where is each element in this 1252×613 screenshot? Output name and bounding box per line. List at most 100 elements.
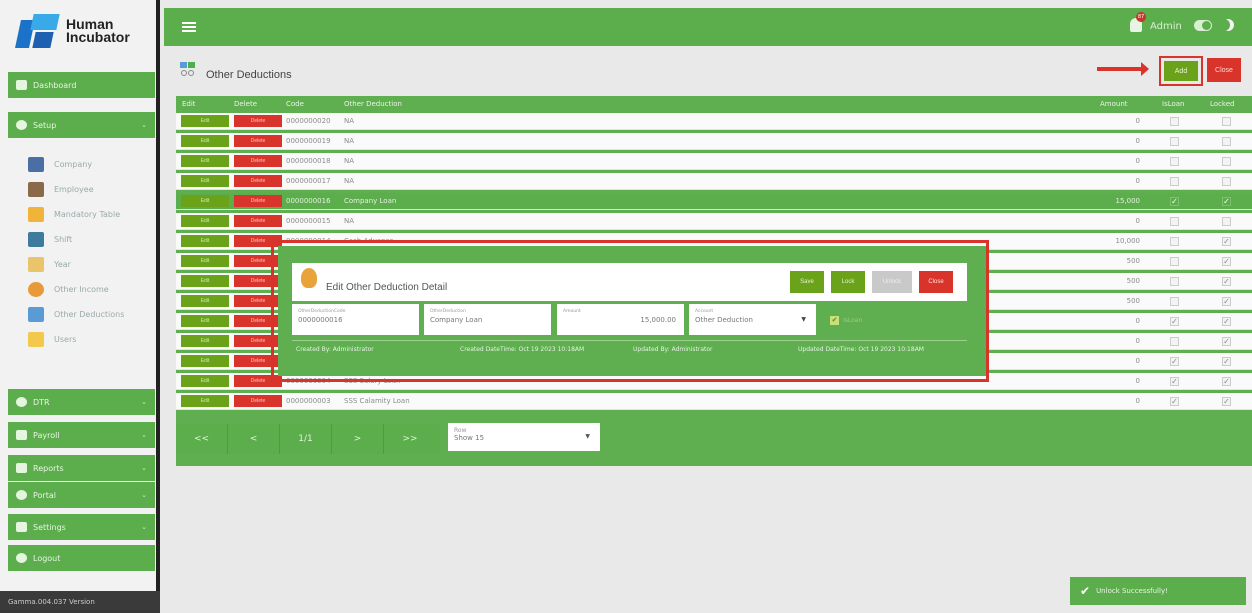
- edit-row-button[interactable]: Edit: [181, 275, 229, 287]
- sidebar-item-portal[interactable]: Portal ⌄: [8, 482, 155, 508]
- edit-row-button[interactable]: Edit: [181, 115, 229, 127]
- top-bar: 87 Admin: [164, 8, 1252, 46]
- edit-row-button[interactable]: Edit: [181, 375, 229, 387]
- delete-row-button[interactable]: Delete: [234, 155, 282, 167]
- col-amount[interactable]: Amount: [1100, 100, 1128, 108]
- cell-amount: 0: [1135, 397, 1140, 405]
- check-icon: ✔: [1080, 584, 1091, 598]
- amount-field[interactable]: Amount 15,000.00: [557, 304, 684, 335]
- table-row[interactable]: Edit Delete 0000000020 NA 0: [176, 113, 1252, 130]
- unlock-button[interactable]: Unlock: [872, 271, 912, 293]
- sidebar-subitem-other-deductions[interactable]: Other Deductions: [28, 307, 124, 322]
- cell-deduction: Company Loan: [344, 197, 397, 205]
- deduction-field[interactable]: OtherDeduction Company Loan: [424, 304, 551, 335]
- delete-row-button[interactable]: Delete: [234, 135, 282, 147]
- toast-notification[interactable]: ✔ Unlock Successfully!: [1070, 577, 1246, 605]
- isloan-checkbox: [1170, 257, 1179, 266]
- close-button[interactable]: Close: [1207, 58, 1241, 82]
- edit-row-button[interactable]: Edit: [181, 195, 229, 207]
- app-logo[interactable]: Human Incubator: [0, 0, 156, 62]
- created-by: Created By: Administrator: [296, 346, 374, 353]
- col-isloan[interactable]: IsLoan: [1162, 100, 1185, 108]
- sidebar-item-dashboard[interactable]: Dashboard: [8, 72, 155, 98]
- edit-row-button[interactable]: Edit: [181, 255, 229, 267]
- theme-toggle[interactable]: [1194, 20, 1212, 31]
- other-deductions-icon: [180, 62, 195, 76]
- cell-deduction: NA: [344, 177, 355, 185]
- page-title: Other Deductions: [206, 69, 292, 81]
- sidebar-subitem-shift[interactable]: Shift: [28, 232, 72, 247]
- modal-title: Edit Other Deduction Detail: [326, 282, 448, 293]
- table-row[interactable]: Edit Delete 0000000019 NA 0: [176, 133, 1252, 150]
- edit-row-button[interactable]: Edit: [181, 235, 229, 247]
- locked-checkbox: [1222, 137, 1231, 146]
- version-label: Gamma.004.037 Version: [0, 591, 160, 613]
- user-name[interactable]: Admin: [1150, 21, 1182, 32]
- table-row[interactable]: Edit Delete 0000000017 NA 0: [176, 173, 1252, 190]
- sidebar-subitem-mandatory-table[interactable]: Mandatory Table: [28, 207, 120, 222]
- table-row[interactable]: Edit Delete 0000000015 NA 0: [176, 213, 1252, 230]
- cell-deduction: NA: [344, 217, 355, 225]
- sidebar-item-reports[interactable]: Reports ⌄: [8, 455, 155, 481]
- portal-icon: [16, 490, 27, 500]
- sidebar-subitem-other-income[interactable]: Other Income: [28, 282, 109, 297]
- edit-row-button[interactable]: Edit: [181, 355, 229, 367]
- sidebar-item-setup[interactable]: Setup ⌄: [8, 112, 155, 138]
- prev-page-button[interactable]: <: [228, 424, 280, 454]
- cell-amount: 0: [1135, 357, 1140, 365]
- code-field[interactable]: OtherDeductionCode 0000000016: [292, 304, 419, 335]
- sidebar-subitem-year[interactable]: Year: [28, 257, 71, 272]
- other-deductions-icon: [28, 307, 44, 322]
- col-locked[interactable]: Locked: [1210, 100, 1234, 108]
- created-datetime: Created DateTime: Oct 19 2023 10:18AM: [460, 346, 585, 353]
- sidebar-subitem-company[interactable]: Company: [28, 157, 92, 172]
- table-row[interactable]: Edit Delete 0000000016 Company Loan 15,000 ✓ ✓: [176, 193, 1252, 210]
- isloan-checkbox: [1170, 217, 1179, 226]
- edit-row-button[interactable]: Edit: [181, 295, 229, 307]
- locked-checkbox: ✓: [1222, 377, 1231, 386]
- col-delete: Delete: [234, 100, 257, 108]
- delete-row-button[interactable]: Delete: [234, 395, 282, 407]
- isloan-checkbox: [1170, 297, 1179, 306]
- edit-deduction-modal: Edit Other Deduction Detail Save Lock Un…: [278, 246, 986, 376]
- edit-row-button[interactable]: Edit: [181, 315, 229, 327]
- account-select[interactable]: Account Other Deduction ▼: [689, 304, 816, 335]
- save-button[interactable]: Save: [790, 271, 824, 293]
- add-button[interactable]: Add: [1164, 61, 1198, 81]
- menu-icon[interactable]: [182, 22, 196, 32]
- table-row[interactable]: Edit Delete 0000000003 SSS Calamity Loan 0 ✓ ✓: [176, 393, 1252, 410]
- table-row[interactable]: Edit Delete 0000000018 NA 0: [176, 153, 1252, 170]
- isloan-checkbox: [1170, 277, 1179, 286]
- edit-row-button[interactable]: Edit: [181, 175, 229, 187]
- col-other-deduction[interactable]: Other Deduction: [344, 100, 402, 108]
- last-page-button[interactable]: >>: [384, 424, 436, 454]
- locked-checkbox: ✓: [1222, 257, 1231, 266]
- next-page-button[interactable]: >: [332, 424, 384, 454]
- lock-button[interactable]: Lock: [831, 271, 865, 293]
- sidebar-item-dtr[interactable]: DTR ⌄: [8, 389, 155, 415]
- edit-row-button[interactable]: Edit: [181, 155, 229, 167]
- delete-row-button[interactable]: Delete: [234, 215, 282, 227]
- delete-row-button[interactable]: Delete: [234, 115, 282, 127]
- cell-amount: 10,000: [1115, 237, 1141, 245]
- edit-row-button[interactable]: Edit: [181, 395, 229, 407]
- locked-checkbox: ✓: [1222, 357, 1231, 366]
- rows-per-page-select[interactable]: Row Show 15 ▼: [448, 423, 600, 451]
- page-indicator: 1/1: [280, 424, 332, 454]
- delete-row-button[interactable]: Delete: [234, 175, 282, 187]
- sidebar-item-payroll[interactable]: Payroll ⌄: [8, 422, 155, 448]
- edit-row-button[interactable]: Edit: [181, 215, 229, 227]
- col-code[interactable]: Code: [286, 100, 304, 108]
- sidebar-subitem-users[interactable]: Users: [28, 332, 76, 347]
- isloan-checkbox[interactable]: ✔ IsLoan: [830, 316, 862, 325]
- delete-row-button[interactable]: Delete: [234, 195, 282, 207]
- print-icon: [16, 463, 27, 473]
- edit-row-button[interactable]: Edit: [181, 335, 229, 347]
- dashboard-icon: [16, 80, 27, 90]
- sidebar-subitem-employee[interactable]: Employee: [28, 182, 94, 197]
- sidebar-item-settings[interactable]: Settings ⌄: [8, 514, 155, 540]
- modal-close-button[interactable]: Close: [919, 271, 953, 293]
- edit-row-button[interactable]: Edit: [181, 135, 229, 147]
- first-page-button[interactable]: <<: [176, 424, 228, 454]
- sidebar-item-logout[interactable]: Logout: [8, 545, 155, 571]
